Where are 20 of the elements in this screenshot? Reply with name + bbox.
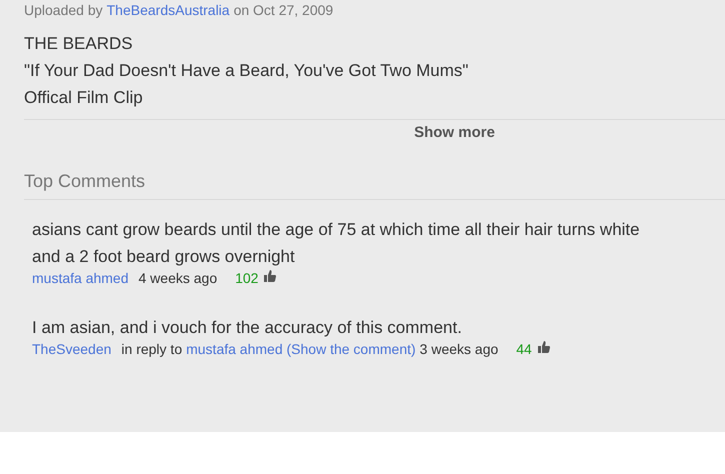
comment-time: 4 weeks ago xyxy=(138,270,218,286)
reply-label: in reply to xyxy=(121,341,182,357)
description-line: Offical Film Clip xyxy=(24,87,144,109)
comment-text: I am asian, and i vouch for the accuracy of this comment. xyxy=(32,317,463,339)
upload-label: Uploaded by xyxy=(24,2,103,18)
uploader-link[interactable]: TheBeardsAustralia xyxy=(106,2,230,18)
section-heading: Top Comments xyxy=(24,171,725,200)
show-more-link[interactable]: Show more xyxy=(414,124,495,144)
author-link[interactable]: TheSveeden xyxy=(32,341,112,357)
reply-link[interactable]: mustafa ahmed (Show the comment) xyxy=(186,341,416,357)
author-link[interactable]: mustafa ahmed xyxy=(32,270,128,286)
like-count: 102 xyxy=(235,270,258,286)
description-line: THE BEARDS xyxy=(24,33,134,55)
upload-date: on Oct 27, 2009 xyxy=(234,2,334,18)
comment-time: 3 weeks ago xyxy=(420,341,498,357)
like-count: 44 xyxy=(516,341,532,357)
thumbs-up-icon[interactable] xyxy=(538,341,550,353)
description-line: "If Your Dad Doesn't Have a Beard, You've Got Two Mums" xyxy=(24,60,470,82)
comment-text: asians cant grow beards until the age of 75 at which time all their hair turns white and a 2 foot beard grows overnight xyxy=(32,219,641,268)
thumbs-up-icon[interactable] xyxy=(264,270,276,282)
